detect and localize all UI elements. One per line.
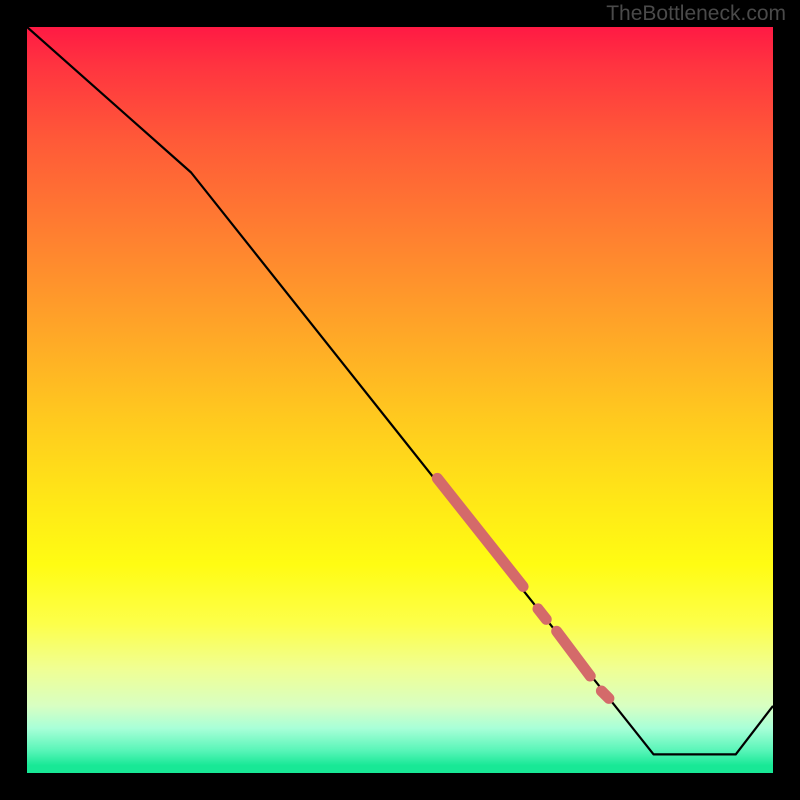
chart-container: TheBottleneck.com <box>0 0 800 800</box>
highlight-segment <box>437 478 523 586</box>
watermark-text: TheBottleneck.com <box>606 2 786 26</box>
highlight-segment <box>538 609 546 619</box>
main-curve <box>27 27 773 754</box>
plot-area <box>27 27 773 773</box>
highlight-segment <box>601 691 608 698</box>
chart-svg <box>27 27 773 773</box>
highlight-group <box>437 478 609 698</box>
highlight-segment <box>557 631 591 676</box>
